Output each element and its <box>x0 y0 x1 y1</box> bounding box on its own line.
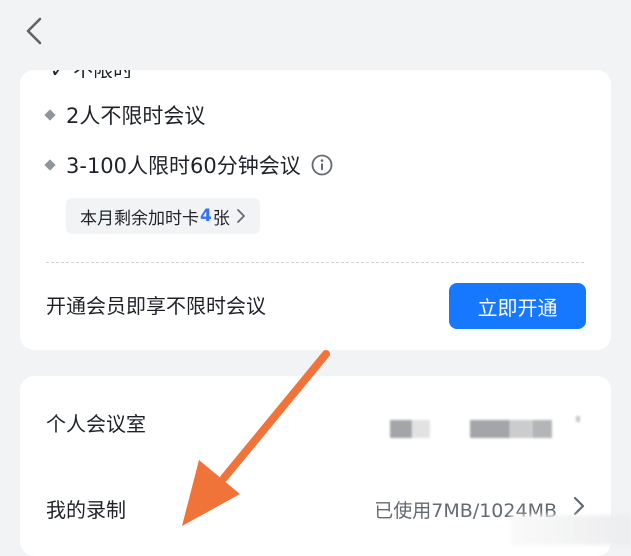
redacted-room-id <box>510 420 532 438</box>
feature-label: 2人不限时会议 <box>66 104 206 128</box>
chevron-right-icon[interactable] <box>573 496 585 516</box>
diamond-bullet-icon <box>44 159 56 171</box>
back-button[interactable] <box>14 10 54 52</box>
plan-card: ✓ 不限时 2人不限时会议 3-100人限时60分钟会议 本月剩余加时卡 4 张… <box>20 70 611 350</box>
extension-prefix: 本月剩余加时卡 <box>80 208 199 229</box>
redacted-room-id <box>390 420 412 438</box>
top-bar <box>0 0 631 64</box>
extension-card-link[interactable]: 本月剩余加时卡 4 张 <box>66 198 260 234</box>
my-recordings-label[interactable]: 我的录制 <box>46 494 126 523</box>
chevron-right-icon <box>236 208 246 224</box>
dashed-divider <box>46 262 584 263</box>
redacted-room-id <box>576 416 580 422</box>
personal-room-label[interactable]: 个人会议室 <box>46 408 146 437</box>
feature-item: 2人不限时会议 <box>44 100 206 130</box>
promo-text: 开通会员即享不限时会议 <box>46 294 266 318</box>
redacted-room-id <box>470 420 510 438</box>
partial-header: ✓ 不限时 <box>50 70 210 78</box>
diamond-bullet-icon <box>44 109 56 121</box>
chevron-left-icon <box>26 17 42 45</box>
blur-overlay <box>510 515 631 545</box>
extension-count: 4 <box>200 206 212 226</box>
info-icon[interactable] <box>311 154 333 176</box>
feature-item: 3-100人限时60分钟会议 <box>44 150 333 180</box>
open-membership-button[interactable]: 立即开通 <box>449 283 586 329</box>
redacted-room-id <box>412 420 430 438</box>
extension-suffix: 张 <box>212 208 230 229</box>
redacted-room-id <box>532 420 552 438</box>
feature-label: 3-100人限时60分钟会议 <box>66 154 301 178</box>
